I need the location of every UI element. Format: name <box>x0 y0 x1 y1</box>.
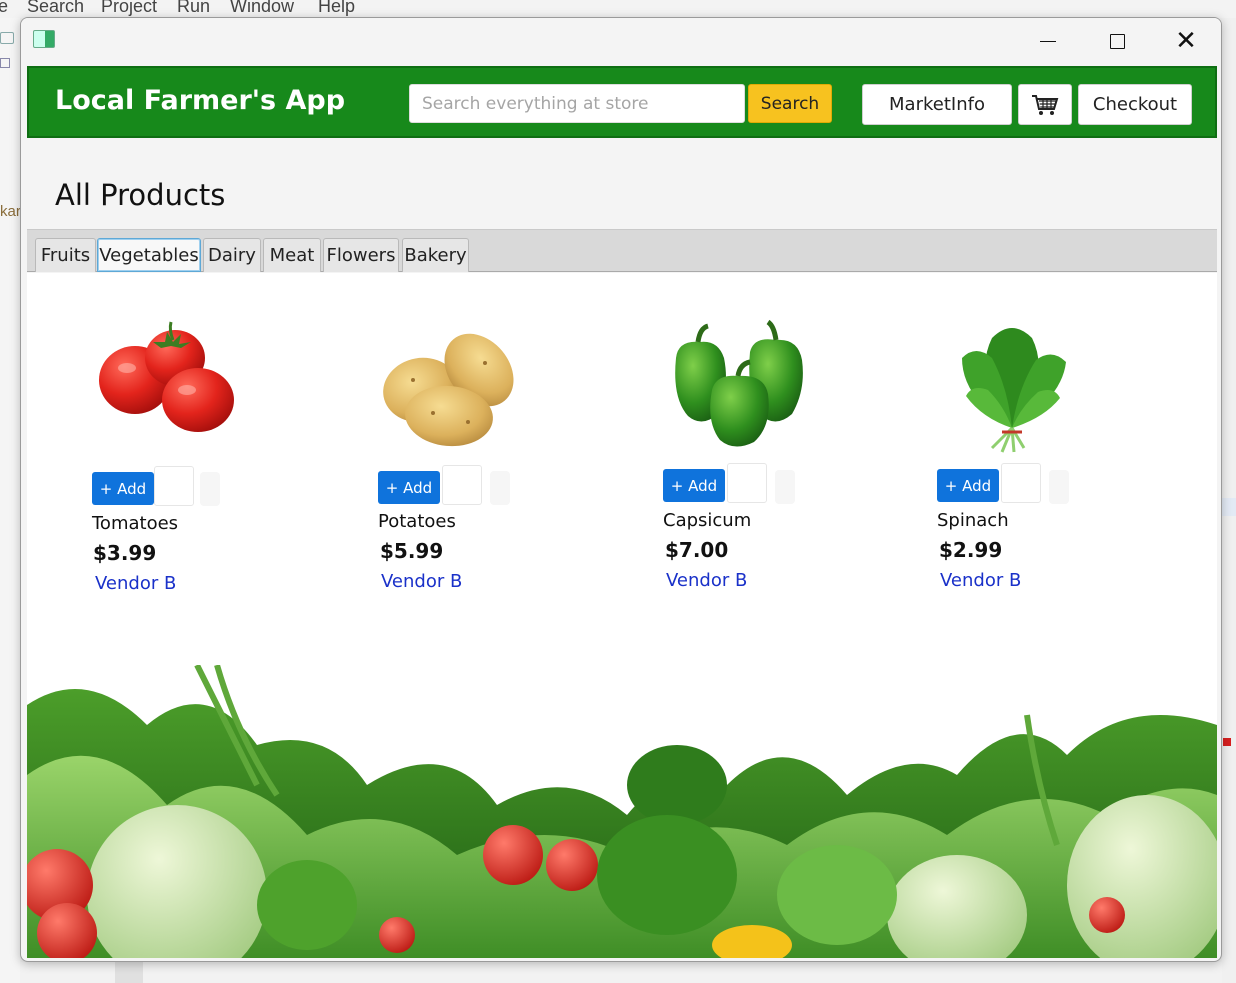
search-input[interactable] <box>409 84 745 123</box>
add-to-cart-button[interactable]: + Add <box>92 472 154 505</box>
quantity-field[interactable] <box>442 465 482 505</box>
vegetables-background-image <box>27 665 1217 958</box>
product-grid: + Add Tomatoes $3.99 Vendor B + Add Pota… <box>27 273 1217 958</box>
close-button[interactable]: ✕ <box>1163 26 1209 56</box>
close-icon: ✕ <box>1175 26 1197 56</box>
category-tabs: Fruits Vegetables Dairy Meat Flowers Bak… <box>27 229 1217 272</box>
product-name: Spinach <box>937 510 1009 531</box>
ide-menu-project[interactable]: Project <box>101 0 157 17</box>
file-icon <box>0 58 10 68</box>
minimize-icon <box>1040 40 1056 42</box>
tab-fruits[interactable]: Fruits <box>35 238 96 272</box>
tab-bakery[interactable]: Bakery <box>402 238 469 272</box>
vendor-link[interactable]: Vendor B <box>666 570 747 591</box>
ide-bottom-tab <box>115 962 143 983</box>
maximize-icon <box>1109 33 1125 49</box>
quantity-field[interactable] <box>1001 463 1041 503</box>
product-card: + Add Tomatoes $3.99 Vendor B <box>87 318 307 658</box>
product-name: Capsicum <box>663 510 752 531</box>
product-name: Tomatoes <box>92 513 179 534</box>
add-to-cart-button[interactable]: + Add <box>663 469 725 502</box>
ide-side-text: kar <box>0 203 21 220</box>
tab-dairy[interactable]: Dairy <box>203 238 261 272</box>
product-card: + Add Potatoes $5.99 Vendor B <box>373 318 593 658</box>
vendor-link[interactable]: Vendor B <box>940 570 1021 591</box>
app-icon <box>33 30 55 48</box>
product-price: $7.00 <box>665 538 729 562</box>
product-card: + Add Spinach $2.99 Vendor B <box>932 318 1152 658</box>
error-marker-icon <box>1223 738 1231 746</box>
tab-flowers[interactable]: Flowers <box>323 238 399 272</box>
capsicum-image <box>675 319 803 447</box>
quantity-field[interactable] <box>727 463 767 503</box>
product-price: $2.99 <box>939 538 1003 562</box>
vendor-link[interactable]: Vendor B <box>95 573 176 594</box>
product-price: $5.99 <box>380 539 444 563</box>
product-name: Potatoes <box>378 511 456 532</box>
potatoes-image <box>383 333 514 447</box>
ide-menu-window[interactable]: Window <box>230 0 294 17</box>
vendor-link[interactable]: Vendor B <box>381 571 462 592</box>
add-to-cart-button[interactable]: + Add <box>378 471 440 504</box>
titlebar: ✕ <box>21 18 1221 64</box>
ide-menubar: e Search Project Run Window Help <box>0 0 1236 18</box>
maximize-button[interactable] <box>1094 26 1140 56</box>
quantity-stepper[interactable] <box>200 472 220 506</box>
ide-menu-item[interactable]: e <box>0 0 8 17</box>
app-window: ✕ Local Farmer's App Search MarketInfo C… <box>20 17 1222 962</box>
product-price: $3.99 <box>93 541 157 565</box>
tab-vegetables[interactable]: Vegetables <box>97 238 201 272</box>
ide-bottom-panel <box>20 962 1222 983</box>
outline-icon <box>0 32 14 44</box>
page-title: All Products <box>55 178 226 212</box>
quantity-stepper[interactable] <box>490 471 510 505</box>
quantity-stepper[interactable] <box>775 470 795 504</box>
checkout-button[interactable]: Checkout <box>1078 84 1192 125</box>
ide-menu-search[interactable]: Search <box>27 0 84 17</box>
ide-right-panel <box>1222 18 1236 983</box>
tab-meat[interactable]: Meat <box>263 238 321 272</box>
market-info-button[interactable]: MarketInfo <box>862 84 1012 125</box>
quantity-field[interactable] <box>154 466 194 506</box>
quantity-stepper[interactable] <box>1049 470 1069 504</box>
cart-button[interactable] <box>1018 84 1072 125</box>
ide-highlight <box>1222 498 1236 516</box>
search-button[interactable]: Search <box>748 84 832 123</box>
add-to-cart-button[interactable]: + Add <box>937 469 999 502</box>
app-header: Local Farmer's App Search MarketInfo Che… <box>27 66 1217 138</box>
ide-left-panel: kar <box>0 18 21 983</box>
spinach-image <box>962 328 1066 453</box>
ide-menu-run[interactable]: Run <box>177 0 210 17</box>
tomatoes-image <box>99 321 234 432</box>
ide-menu-help[interactable]: Help <box>318 0 355 17</box>
shopping-cart-icon <box>1032 94 1059 115</box>
minimize-button[interactable] <box>1025 26 1071 56</box>
app-title: Local Farmer's App <box>55 85 346 116</box>
product-card: + Add Capsicum $7.00 Vendor B <box>658 318 878 658</box>
